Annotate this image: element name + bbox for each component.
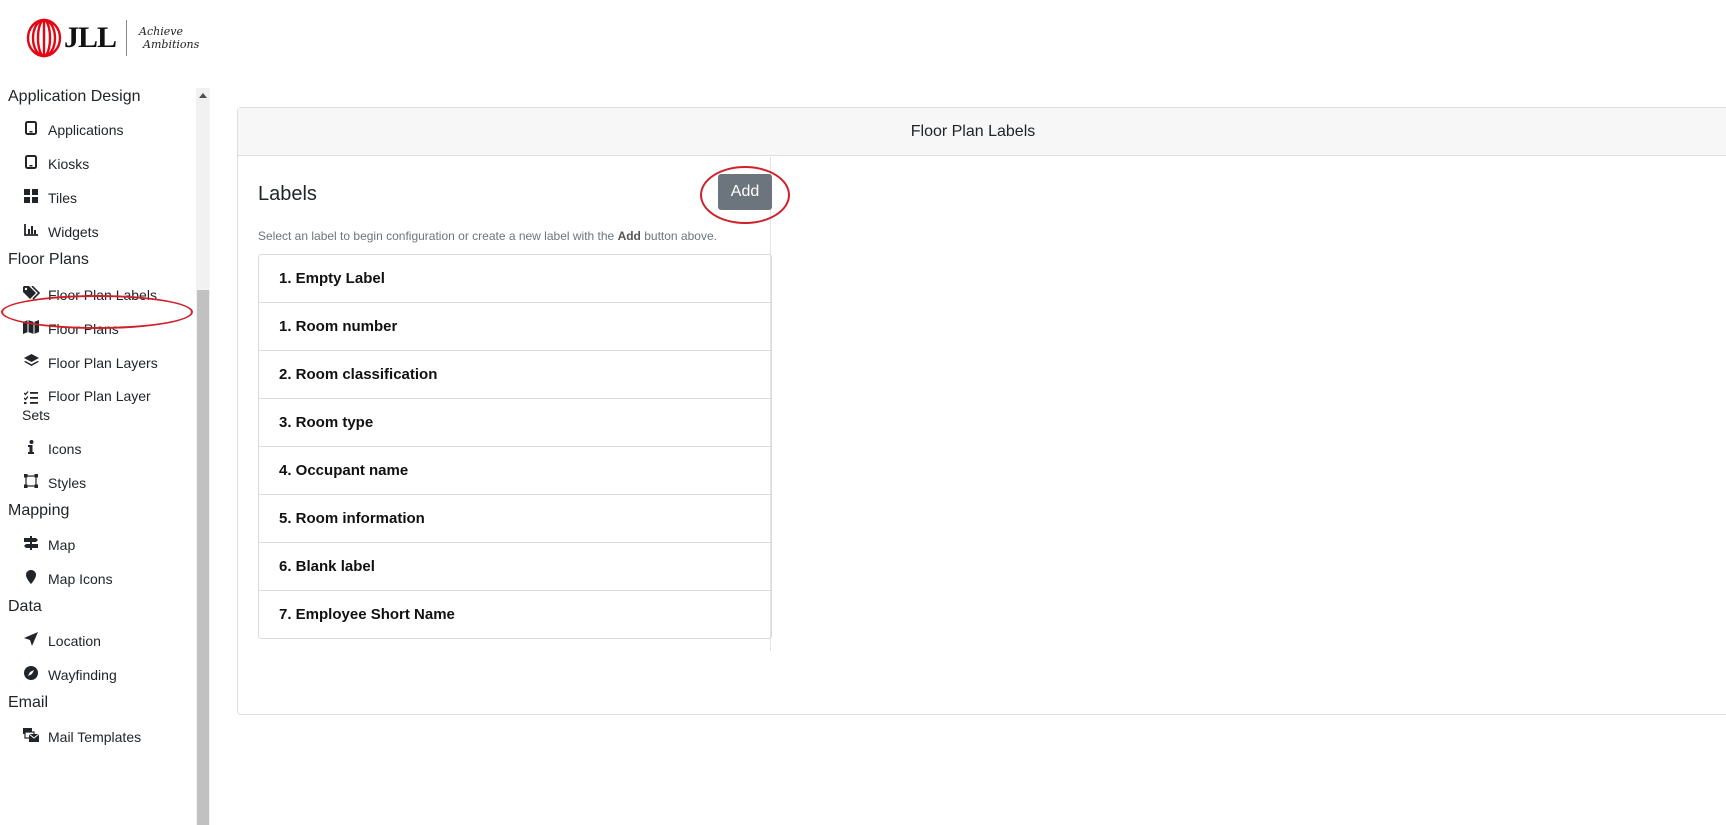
tagline-line-1: Achieve bbox=[139, 25, 183, 38]
sidebar-item-label: Map Icons bbox=[48, 571, 113, 587]
labels-list: 1. Empty Label 1. Room number 2. Room cl… bbox=[258, 254, 772, 639]
sidebar-item-map[interactable]: Map bbox=[22, 535, 180, 556]
sidebar-item-label: Applications bbox=[48, 122, 124, 138]
floor-plan-labels-card: Floor Plan Labels Labels Select an label… bbox=[237, 107, 1726, 715]
section-data: Data bbox=[8, 598, 42, 615]
sidebar-item-kiosks[interactable]: Kiosks bbox=[22, 154, 180, 175]
sidebar: Application Design Applications Kiosks T… bbox=[0, 88, 196, 825]
sidebar-item-applications[interactable]: Applications bbox=[22, 120, 180, 141]
sidebar-item-floor-plan-layer-sets[interactable]: Floor Plan Layer Sets bbox=[22, 387, 172, 425]
section-application-design: Application Design bbox=[8, 88, 141, 105]
list-item[interactable]: 6. Blank label bbox=[259, 543, 771, 591]
sidebar-item-label: Floor Plan Layer Sets bbox=[22, 388, 151, 423]
sidebar-item-floor-plan-labels[interactable]: Floor Plan Labels bbox=[22, 285, 180, 306]
signs-icon bbox=[22, 535, 40, 551]
sidebar-item-styles[interactable]: Styles bbox=[22, 473, 180, 494]
help-suffix: button above. bbox=[640, 229, 717, 243]
sidebar-item-label: Location bbox=[48, 633, 101, 649]
add-label-button[interactable]: Add bbox=[718, 174, 772, 210]
chart-icon bbox=[22, 222, 40, 238]
map-icon bbox=[22, 319, 40, 335]
brand-name: JLL bbox=[64, 21, 117, 54]
info-icon bbox=[22, 439, 40, 455]
sidebar-item-map-icons[interactable]: Map Icons bbox=[22, 569, 180, 590]
section-mapping: Mapping bbox=[8, 502, 70, 519]
tablet-icon bbox=[22, 154, 40, 170]
sidebar-item-label: Tiles bbox=[48, 190, 78, 206]
card-header: Floor Plan Labels bbox=[238, 108, 1726, 156]
labels-heading: Labels bbox=[258, 183, 317, 205]
layers-icon bbox=[22, 353, 40, 369]
scroll-up-arrow-icon[interactable] bbox=[196, 88, 210, 102]
grid-icon bbox=[22, 188, 40, 204]
sidebar-scrollbar[interactable] bbox=[196, 88, 210, 825]
tagline-line-2: Ambitions bbox=[143, 38, 200, 51]
sidebar-item-location[interactable]: Location bbox=[22, 631, 180, 652]
help-text: Select an label to begin configuration o… bbox=[258, 229, 717, 243]
sidebar-item-label: Floor Plan Labels bbox=[48, 287, 157, 303]
sidebar-item-label: Kiosks bbox=[48, 156, 90, 172]
sidebar-item-mail-templates[interactable]: Mail Templates bbox=[22, 727, 180, 748]
sidebar-item-label: Icons bbox=[48, 441, 82, 457]
mail-bulk-icon bbox=[22, 727, 40, 743]
help-prefix: Select an label to begin configuration o… bbox=[258, 229, 618, 243]
sidebar-item-icons[interactable]: Icons bbox=[22, 439, 180, 460]
sidebar-item-label: Styles bbox=[48, 475, 87, 491]
sidebar-item-widgets[interactable]: Widgets bbox=[22, 222, 180, 243]
brand-tagline: Achieve Ambitions bbox=[139, 25, 199, 51]
sidebar-item-label: Map bbox=[48, 537, 76, 553]
list-item[interactable]: 4. Occupant name bbox=[259, 447, 771, 495]
section-floor-plans: Floor Plans bbox=[8, 251, 89, 268]
map-marker-icon bbox=[22, 569, 40, 585]
brand-logo: JLL Achieve Ambitions bbox=[26, 16, 199, 60]
list-item[interactable]: 5. Room information bbox=[259, 495, 771, 543]
compass-icon bbox=[22, 665, 40, 681]
labels-pane: Labels Select an label to begin configur… bbox=[258, 157, 772, 651]
list-item[interactable]: 1. Empty Label bbox=[259, 255, 771, 303]
sidebar-item-tiles[interactable]: Tiles bbox=[22, 188, 180, 209]
tablet-icon bbox=[22, 120, 40, 136]
section-email: Email bbox=[8, 694, 49, 711]
tags-icon bbox=[22, 285, 40, 301]
sidebar-item-label: Floor Plans bbox=[48, 321, 119, 337]
list-item[interactable]: 1. Room number bbox=[259, 303, 771, 351]
vector-square-icon bbox=[22, 473, 40, 489]
sidebar-item-wayfinding[interactable]: Wayfinding bbox=[22, 665, 180, 686]
sidebar-item-label: Wayfinding bbox=[48, 667, 117, 683]
tasks-icon bbox=[22, 389, 40, 405]
location-arrow-icon bbox=[22, 631, 40, 647]
jll-logo-icon bbox=[26, 18, 62, 58]
scrollbar-thumb[interactable] bbox=[197, 290, 209, 825]
logo-divider bbox=[126, 20, 128, 56]
sidebar-item-label: Widgets bbox=[48, 224, 99, 240]
sidebar-item-floor-plan-layers[interactable]: Floor Plan Layers bbox=[22, 353, 180, 374]
sidebar-item-floor-plans[interactable]: Floor Plans bbox=[22, 319, 180, 340]
list-item[interactable]: 7. Employee Short Name bbox=[259, 591, 771, 638]
sidebar-item-label: Floor Plan Layers bbox=[48, 355, 158, 371]
list-item[interactable]: 3. Room type bbox=[259, 399, 771, 447]
sidebar-item-label: Mail Templates bbox=[48, 729, 142, 745]
list-item[interactable]: 2. Room classification bbox=[259, 351, 771, 399]
card-title: Floor Plan Labels bbox=[910, 122, 1036, 140]
help-bold: Add bbox=[617, 229, 641, 243]
